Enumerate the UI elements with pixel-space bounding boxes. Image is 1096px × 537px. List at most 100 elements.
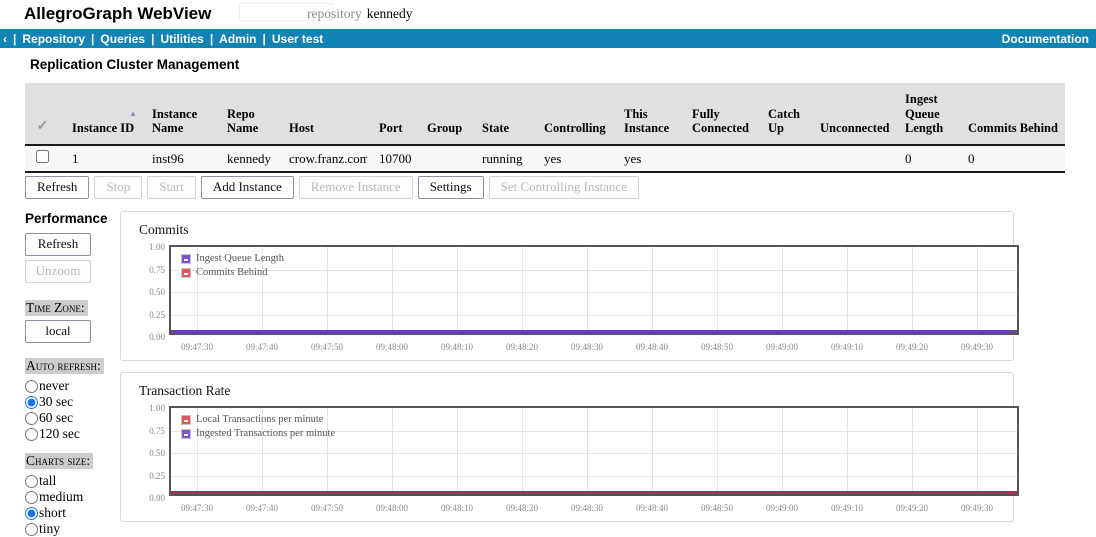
- legend-swatch-icon: [181, 253, 191, 264]
- plotted-series-line: [171, 491, 1017, 494]
- x-tick-label: 09:49:20: [895, 342, 929, 352]
- cell-ingest-queue-length: 0: [893, 145, 956, 173]
- column-header-catch-up[interactable]: Catch Up: [756, 83, 808, 146]
- y-tick-label: 0.25: [149, 470, 165, 481]
- refresh-button[interactable]: Refresh: [25, 233, 91, 256]
- nav-item-admin[interactable]: Admin: [219, 32, 256, 46]
- auto-refresh-radio-30-sec[interactable]: [25, 395, 38, 409]
- v-gridline: [977, 408, 978, 494]
- nav-item-user-test[interactable]: User test: [272, 32, 323, 46]
- cell-state: running: [470, 145, 532, 173]
- cell-this-instance: yes: [612, 145, 680, 173]
- x-tick-label: 09:47:40: [245, 503, 279, 513]
- nav-separator: |: [13, 31, 17, 46]
- column-header-this-instance[interactable]: This Instance: [612, 83, 680, 146]
- row-select-checkbox[interactable]: [36, 150, 49, 163]
- column-header-port[interactable]: Port: [367, 83, 415, 146]
- v-gridline: [587, 247, 588, 333]
- x-tick-label: 09:48:50: [700, 503, 734, 513]
- legend-swatch-icon: [181, 428, 191, 439]
- y-tick-label: 0.75: [149, 264, 165, 275]
- auto-refresh-option-30-sec: 30 sec: [25, 394, 120, 410]
- cluster-heading: Replication Cluster Management: [30, 57, 240, 72]
- charts-size-radio-tiny[interactable]: [25, 522, 38, 536]
- timezone-local-button[interactable]: local: [25, 320, 91, 343]
- x-tick-label: 09:47:50: [310, 503, 344, 513]
- chart-legend: Ingest Queue Length Commits Behind: [181, 252, 284, 280]
- column-header-repo-name[interactable]: Repo Name: [215, 83, 277, 146]
- performance-section: Performance Refresh Unzoom Time Zone: loc…: [0, 211, 1096, 537]
- nav-item-repository[interactable]: Repository: [22, 32, 85, 46]
- nav-documentation-link[interactable]: Documentation: [1002, 32, 1089, 46]
- column-header-controlling[interactable]: Controlling: [532, 83, 612, 146]
- column-header-group[interactable]: Group: [415, 83, 470, 146]
- set-controlling-instance-button: Set Controlling Instance: [488, 176, 639, 199]
- h-gridline: [171, 292, 1017, 293]
- x-tick-label: 09:49:20: [895, 503, 929, 513]
- performance-sidebar: Performance Refresh Unzoom Time Zone: loc…: [0, 211, 120, 537]
- repository-indicator: repository kennedy: [307, 6, 412, 22]
- x-tick-label: 09:47:30: [180, 342, 214, 352]
- sort-asc-icon: ▲: [129, 108, 137, 118]
- column-header-host[interactable]: Host: [277, 83, 367, 146]
- x-tick-label: 09:47:50: [310, 342, 344, 352]
- x-tick-label: 09:49:30: [960, 342, 994, 352]
- settings-button[interactable]: Settings: [417, 176, 484, 199]
- legend-swatch-icon: [181, 414, 191, 425]
- legend-item-ingested-transactions-per-minute: Ingested Transactions per minute: [181, 427, 335, 440]
- cell-repo-name: kennedy: [215, 145, 277, 173]
- v-gridline: [912, 247, 913, 333]
- charts-size-radio-short[interactable]: [25, 506, 38, 520]
- timezone-label: Time Zone:: [25, 300, 88, 316]
- auto-refresh-radio-60-sec[interactable]: [25, 411, 38, 425]
- plotted-series-line: [171, 330, 1017, 333]
- column-header-instance-name[interactable]: Instance Name: [140, 83, 215, 146]
- table-row: 1 inst96 kennedy crow.franz.com 10700 running…: [25, 145, 1065, 173]
- chart-legend: Local Transactions per minute Ingested Tr…: [181, 413, 335, 441]
- h-gridline: [171, 475, 1017, 477]
- x-tick-label: 09:48:30: [570, 342, 604, 352]
- x-tick-label: 09:48:10: [440, 342, 474, 352]
- cell-instance-id: 1: [60, 145, 140, 173]
- plot-area-commits[interactable]: Ingest Queue Length Commits Behind: [169, 245, 1019, 335]
- v-gridline: [327, 247, 328, 333]
- v-gridline: [522, 408, 523, 494]
- legend-item-local-transactions-per-minute: Local Transactions per minute: [181, 413, 335, 426]
- chart-commits: Commits 1.00 0.75 0.50 0.25 0.00 Ingest Queue …: [120, 211, 1019, 361]
- x-tick-label: 09:49:00: [765, 342, 799, 352]
- plot-area-transaction-rate[interactable]: Local Transactions per minute Ingested Tr…: [169, 406, 1019, 496]
- auto-refresh-option-label: 30 sec: [39, 394, 74, 409]
- nav-item-utilities[interactable]: Utilities: [160, 32, 203, 46]
- add-instance-button[interactable]: Add Instance: [200, 176, 294, 199]
- y-tick-label: 0.25: [149, 309, 165, 320]
- auto-refresh-option-label: 120 sec: [39, 426, 80, 441]
- auto-refresh-radio-120-sec[interactable]: [25, 427, 38, 441]
- charts-size-radio-tall[interactable]: [25, 474, 38, 488]
- charts-size-option-label: medium: [39, 489, 84, 504]
- y-axis-labels: 1.00 0.75 0.50 0.25 0.00: [139, 242, 169, 342]
- x-tick-label: 09:48:50: [700, 342, 734, 352]
- charts-size-option-tiny: tiny: [25, 521, 120, 537]
- cell-port: 10700: [367, 145, 415, 173]
- y-tick-label: 0.75: [149, 425, 165, 436]
- v-gridline: [782, 408, 783, 494]
- column-header-unconnected[interactable]: Unconnected: [808, 83, 893, 146]
- x-tick-label: 09:49:30: [960, 503, 994, 513]
- column-header-fully-connected[interactable]: Fully Connected: [680, 83, 756, 146]
- column-header-ingest-queue-length[interactable]: Ingest Queue Length: [893, 83, 956, 146]
- auto-refresh-option-label: 60 sec: [39, 410, 74, 425]
- y-tick-label: 0.00: [149, 332, 165, 342]
- y-tick-label: 1.00: [149, 242, 165, 252]
- auto-refresh-option-120-sec: 120 sec: [25, 426, 120, 442]
- cluster-table: ✓ Instance ID ▲ Instance Name Repo Name Host P…: [25, 83, 1065, 173]
- v-gridline: [847, 247, 848, 333]
- column-header-instance-id[interactable]: Instance ID ▲: [60, 83, 140, 146]
- column-header-state[interactable]: State: [470, 83, 532, 146]
- nav-item-queries[interactable]: Queries: [100, 32, 145, 46]
- refresh-button[interactable]: Refresh: [25, 176, 90, 199]
- charts-size-radio-medium[interactable]: [25, 490, 38, 504]
- charts-size-option-label: short: [39, 505, 66, 520]
- v-gridline: [522, 247, 523, 333]
- auto-refresh-radio-never[interactable]: [25, 379, 38, 393]
- column-header-commits-behind[interactable]: Commits Behind: [956, 83, 1065, 146]
